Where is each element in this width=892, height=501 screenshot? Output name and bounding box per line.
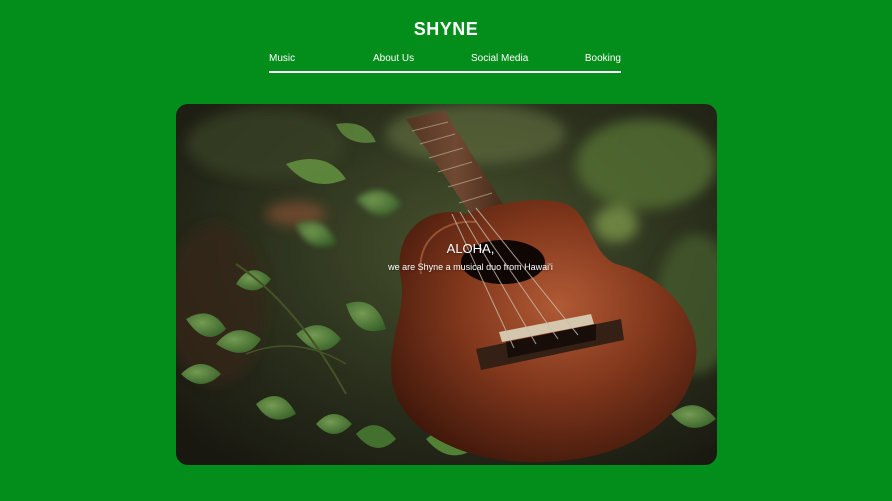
- main-nav: Music About Us Social Media Booking: [269, 53, 621, 73]
- nav-link-about-us[interactable]: About Us: [373, 53, 414, 64]
- nav-link-social-media[interactable]: Social Media: [471, 53, 528, 64]
- hero-ukulele-image: [176, 104, 717, 465]
- site-logo[interactable]: SHYNE: [0, 19, 892, 40]
- nav-link-music[interactable]: Music: [269, 53, 295, 64]
- nav-link-booking[interactable]: Booking: [585, 53, 621, 64]
- hero-title: ALOHA,: [446, 241, 495, 256]
- hero-subtitle: we are Shyne a musical duo from Hawai'i: [388, 262, 553, 272]
- page: SHYNE Music About Us Social Media Bookin…: [0, 0, 892, 501]
- hero-banner: ALOHA, we are Shyne a musical duo from H…: [176, 104, 717, 465]
